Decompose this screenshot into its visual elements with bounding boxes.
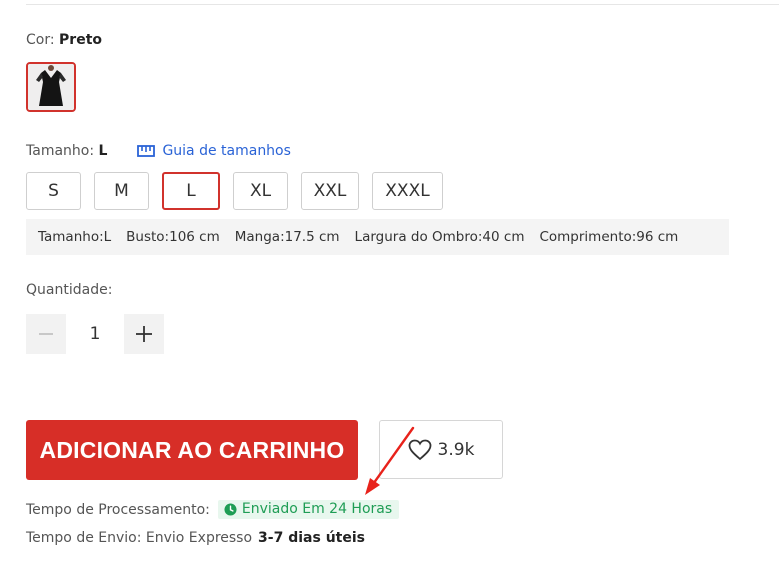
color-label-text: Cor: bbox=[26, 32, 55, 48]
size-guide-label: Guia de tamanhos bbox=[162, 143, 291, 159]
size-label-text: Tamanho: bbox=[26, 143, 95, 159]
size-guide-link[interactable]: Guia de tamanhos bbox=[137, 143, 291, 159]
add-to-cart-button[interactable]: ADICIONAR AO CARRINHO bbox=[26, 420, 358, 480]
measurement-shoulder: Largura do Ombro:40 cm bbox=[354, 229, 525, 245]
shipping-time: Tempo de Envio: Envio Expresso 3-7 dias … bbox=[26, 530, 365, 546]
dress-thumbnail bbox=[28, 64, 74, 110]
measurement-bust: Busto:106 cm bbox=[126, 229, 220, 245]
wishlist-count: 3.9k bbox=[437, 439, 475, 460]
measurement-length: Comprimento:96 cm bbox=[539, 229, 679, 245]
measurement-size: Tamanho:L bbox=[38, 229, 112, 245]
processing-badge: Enviado Em 24 Horas bbox=[217, 500, 400, 519]
measurement-sleeve: Manga:17.5 cm bbox=[234, 229, 340, 245]
shipping-label: Tempo de Envio: Envio Expresso bbox=[26, 530, 253, 546]
size-option-l[interactable]: L bbox=[162, 172, 220, 210]
size-option-xxxl[interactable]: XXXL bbox=[372, 172, 443, 210]
plus-icon bbox=[136, 326, 152, 342]
size-options: S M L XL XXL XXXL bbox=[26, 172, 456, 210]
size-option-s[interactable]: S bbox=[26, 172, 81, 210]
processing-label: Tempo de Processamento: bbox=[26, 501, 210, 518]
size-option-xxl[interactable]: XXL bbox=[301, 172, 359, 210]
wishlist-button[interactable]: 3.9k bbox=[379, 420, 503, 479]
color-value: Preto bbox=[59, 32, 103, 48]
color-label: Cor: Preto bbox=[26, 32, 102, 48]
heart-icon bbox=[408, 439, 431, 460]
annotation-arrow bbox=[365, 426, 415, 495]
ruler-icon bbox=[137, 145, 156, 157]
processing-badge-text: Enviado Em 24 Horas bbox=[241, 501, 393, 517]
quantity-label: Quantidade: bbox=[26, 282, 113, 298]
quantity-decrease-button[interactable] bbox=[26, 314, 66, 354]
clock-icon bbox=[224, 502, 237, 516]
quantity-value[interactable]: 1 bbox=[66, 314, 124, 354]
size-value: L bbox=[98, 143, 108, 159]
color-swatch-black-dress[interactable] bbox=[26, 62, 76, 112]
size-option-xl[interactable]: XL bbox=[233, 172, 288, 210]
size-measurements: Tamanho:L Busto:106 cm Manga:17.5 cm Lar… bbox=[26, 219, 729, 255]
size-row: Tamanho: L Guia de tamanhos bbox=[26, 143, 291, 159]
shipping-days: 3-7 dias úteis bbox=[258, 530, 365, 546]
size-option-m[interactable]: M bbox=[94, 172, 149, 210]
processing-time: Tempo de Processamento: Enviado Em 24 Ho… bbox=[26, 500, 400, 519]
minus-icon bbox=[39, 333, 53, 335]
size-label: Tamanho: L bbox=[26, 143, 107, 159]
top-divider bbox=[26, 4, 779, 5]
quantity-increase-button[interactable] bbox=[124, 314, 164, 354]
